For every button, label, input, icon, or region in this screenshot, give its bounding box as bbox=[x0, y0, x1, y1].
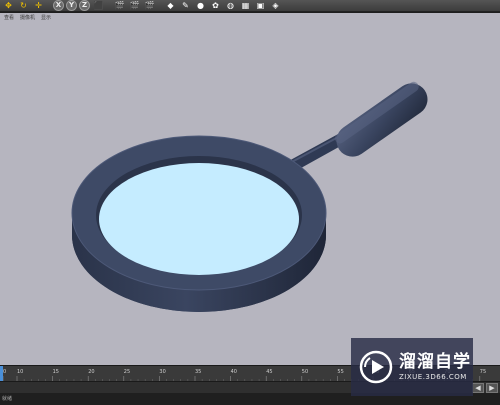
lens-glass bbox=[99, 163, 299, 275]
main-toolbar: ✥ ↻ ✛ X Y Z ⬛ 🎬 🎬 🎬 ◆ ✎ ● ✿ ◍ ▦ ▣ ◈ bbox=[0, 0, 500, 12]
render-picture-viewer-icon[interactable]: 🎬 bbox=[128, 0, 141, 11]
scale-tool-icon[interactable]: ✛ bbox=[32, 0, 45, 11]
timeline-tick-label: 10 bbox=[17, 369, 23, 375]
timeline-tick-label: 45 bbox=[266, 369, 272, 375]
watermark-title: 溜溜自学 bbox=[399, 352, 471, 372]
timeline-tick-label: 50 bbox=[302, 369, 308, 375]
magnifying-glass-model[interactable] bbox=[0, 13, 500, 366]
toolbar-separator bbox=[47, 0, 51, 11]
render-settings-icon[interactable]: 🎬 bbox=[143, 0, 156, 11]
watermark-url: ZIXUE.3D66.COM bbox=[399, 373, 467, 381]
light-icon[interactable]: ◈ bbox=[269, 0, 282, 11]
toolbar-separator bbox=[158, 0, 162, 11]
watermark-badge: 溜溜自学 ZIXUE.3D66.COM bbox=[351, 338, 473, 396]
render-view-icon[interactable]: 🎬 bbox=[113, 0, 126, 11]
handle-grip bbox=[334, 81, 428, 157]
subdivision-icon[interactable]: ● bbox=[194, 0, 207, 11]
timeline-playhead[interactable] bbox=[0, 366, 3, 382]
move-tool-icon[interactable]: ✥ bbox=[2, 0, 15, 11]
timeline-tick-label: 15 bbox=[53, 369, 59, 375]
spline-pen-icon[interactable]: ✎ bbox=[179, 0, 192, 11]
timeline-tick-label: 25 bbox=[124, 369, 130, 375]
y-axis-button[interactable]: Y bbox=[66, 0, 77, 11]
timeline-tick-label: 75 bbox=[480, 369, 486, 375]
rotate-tool-icon[interactable]: ↻ bbox=[17, 0, 30, 11]
timeline-tick-label: 30 bbox=[159, 369, 165, 375]
play-back-button[interactable]: ◀ bbox=[472, 383, 484, 393]
watermark-logo-icon bbox=[359, 350, 393, 384]
cube-primitive-icon[interactable]: ◆ bbox=[164, 0, 177, 11]
z-axis-button[interactable]: Z bbox=[79, 0, 90, 11]
floor-icon[interactable]: ▦ bbox=[239, 0, 252, 11]
deformer-icon[interactable]: ◍ bbox=[224, 0, 237, 11]
play-forward-button[interactable]: ▶ bbox=[486, 383, 498, 393]
timeline-tick-label: 35 bbox=[195, 369, 201, 375]
array-generator-icon[interactable]: ✿ bbox=[209, 0, 222, 11]
timeline-tick-label: 20 bbox=[88, 369, 94, 375]
coordinate-system-icon[interactable]: ⬛ bbox=[92, 0, 105, 11]
timeline-tick-label: 55 bbox=[337, 369, 343, 375]
toolbar-separator bbox=[107, 0, 111, 11]
camera-icon[interactable]: ▣ bbox=[254, 0, 267, 11]
x-axis-button[interactable]: X bbox=[53, 0, 64, 11]
timeline-tick-label: 0 bbox=[3, 369, 6, 375]
3d-viewport[interactable]: 查看 摄像机 显示 bbox=[0, 12, 500, 366]
timeline-tick-label: 40 bbox=[231, 369, 237, 375]
